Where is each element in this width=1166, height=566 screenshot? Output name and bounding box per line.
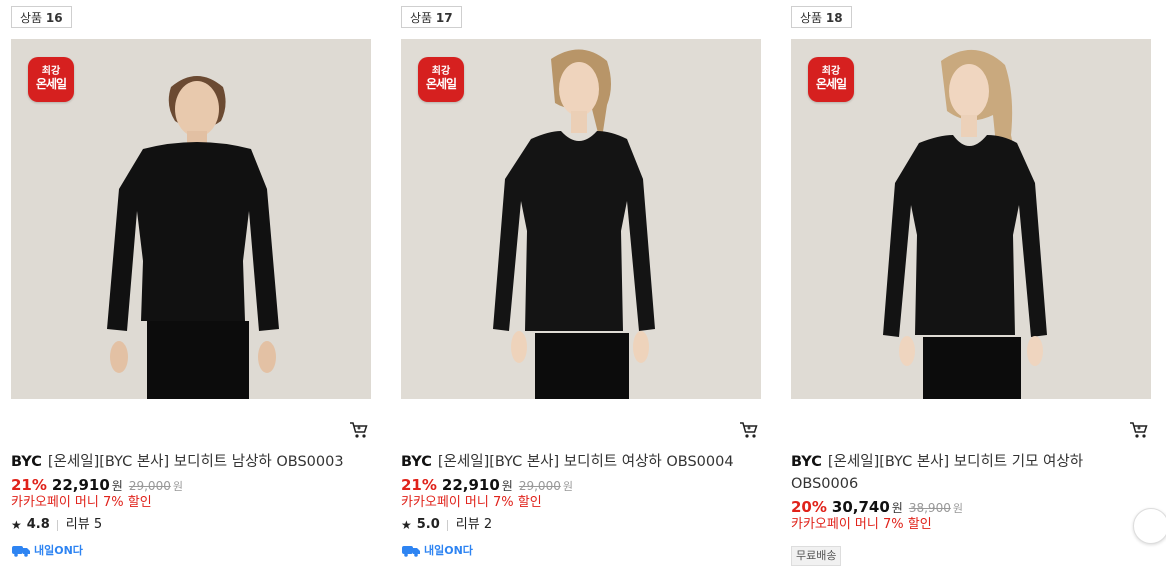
product-number-badge: 상품 18	[791, 6, 852, 28]
original-price: 29,000	[128, 479, 171, 493]
product-image[interactable]: 최강 온세일	[791, 39, 1151, 399]
sale-badge-line1: 최강	[821, 66, 841, 77]
product-card[interactable]: 상품 18 최강 온세일 BYC [온세일][BYC 본사] 보디히트 기모 여상…	[791, 0, 1166, 566]
discount-rate: 20%	[791, 498, 827, 516]
rating-row: ★ 4.8 리뷰 5	[11, 516, 102, 534]
delivery-badge: 내일ON다	[11, 542, 83, 558]
badge-prefix: 상품	[410, 11, 433, 25]
rating-score: 5.0	[416, 517, 440, 532]
brand-name: BYC	[11, 454, 42, 470]
divider	[446, 519, 448, 531]
original-currency-label: 원	[562, 480, 573, 493]
cart-icon[interactable]	[349, 421, 369, 439]
rating-row: ★ 5.0 리뷰 2	[401, 516, 492, 534]
product-card[interactable]: 상품 17 최강 온세일 BYC [온세일][BYC 본사] 보디히트 여상하 O…	[401, 0, 761, 558]
sale-badge-line2: 온세일	[35, 77, 67, 91]
badge-prefix: 상품	[20, 11, 43, 25]
product-image[interactable]: 최강 온세일	[11, 39, 371, 399]
scroll-button[interactable]	[1133, 508, 1166, 544]
sale-price: 22,910	[51, 476, 110, 494]
currency-label: 원	[111, 479, 123, 493]
delivery-label: 내일ON다	[424, 544, 473, 557]
truck-icon	[402, 545, 420, 557]
sale-badge-line2: 온세일	[815, 77, 847, 91]
sale-badge-line2: 온세일	[425, 77, 457, 91]
product-number-badge: 상품 16	[11, 6, 72, 28]
product-name: [온세일][BYC 본사] 보디히트 남상하 OBS0003	[47, 454, 344, 470]
delivery-badge: 내일ON다	[401, 542, 473, 558]
sale-badge-line1: 최강	[41, 66, 61, 77]
sale-price: 30,740	[831, 498, 890, 516]
star-icon: ★	[401, 518, 412, 532]
sale-badge: 최강 온세일	[28, 57, 74, 102]
currency-label: 원	[891, 501, 903, 515]
badge-number: 17	[435, 11, 453, 25]
original-currency-label: 원	[952, 502, 963, 515]
discount-rate: 21%	[11, 476, 47, 494]
promo-text: 카카오페이 머니 7% 할인	[401, 495, 542, 510]
original-price: 29,000	[518, 479, 561, 493]
sale-badge: 최강 온세일	[808, 57, 854, 102]
divider	[56, 519, 58, 531]
brand-name: BYC	[401, 454, 432, 470]
currency-label: 원	[501, 479, 513, 493]
delivery-label: 내일ON다	[34, 544, 83, 557]
sale-price: 22,910	[441, 476, 500, 494]
badge-prefix: 상품	[800, 11, 823, 25]
badge-number: 16	[45, 11, 63, 25]
cart-icon[interactable]	[1129, 421, 1149, 439]
cart-icon[interactable]	[739, 421, 759, 439]
product-name: [온세일][BYC 본사] 보디히트 기모 여상하 OBS0006	[791, 454, 1084, 492]
badge-number: 18	[825, 11, 843, 25]
product-title[interactable]: BYC [온세일][BYC 본사] 보디히트 기모 여상하 OBS0006	[791, 451, 1111, 495]
original-currency-label: 원	[172, 480, 183, 493]
star-icon: ★	[11, 518, 22, 532]
product-number-badge: 상품 17	[401, 6, 462, 28]
original-price: 38,900	[908, 501, 951, 515]
review-count: 리뷰 5	[65, 517, 103, 532]
brand-name: BYC	[791, 454, 822, 470]
rating-score: 4.8	[26, 517, 50, 532]
product-image[interactable]: 최강 온세일	[401, 39, 761, 399]
product-card[interactable]: 상품 16 최강 온세일 BYC [온세일][BYC 본사] 보디히트 남상하 O…	[11, 0, 371, 558]
product-name: [온세일][BYC 본사] 보디히트 여상하 OBS0004	[437, 454, 734, 470]
truck-icon	[12, 545, 30, 557]
sale-badge: 최강 온세일	[418, 57, 464, 102]
sale-badge-line1: 최강	[431, 66, 451, 77]
promo-text: 카카오페이 머니 7% 할인	[791, 517, 932, 532]
product-title[interactable]: BYC [온세일][BYC 본사] 보디히트 여상하 OBS0004	[401, 451, 746, 473]
review-count: 리뷰 2	[455, 517, 493, 532]
promo-text: 카카오페이 머니 7% 할인	[11, 495, 152, 510]
product-title[interactable]: BYC [온세일][BYC 본사] 보디히트 남상하 OBS0003	[11, 451, 356, 473]
free-shipping-badge: 무료배송	[791, 546, 842, 566]
discount-rate: 21%	[401, 476, 437, 494]
